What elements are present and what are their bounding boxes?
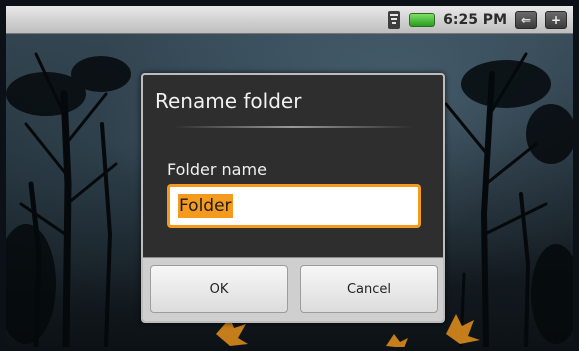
title-divider (173, 126, 413, 128)
wifi-icon (388, 11, 401, 29)
folder-name-label: Folder name (167, 160, 267, 179)
dialog-button-bar: OK Cancel (143, 257, 443, 321)
ok-button[interactable]: OK (150, 265, 288, 313)
status-bar: 6:25 PM ⇐ + (6, 6, 573, 34)
dialog-title: Rename folder (155, 89, 302, 113)
folder-name-value[interactable]: Folder (178, 194, 233, 218)
status-icons: 6:25 PM ⇐ + (387, 6, 567, 34)
folder-name-input[interactable]: Folder (167, 184, 421, 228)
rename-folder-dialog: Rename folder Folder name Folder OK Canc… (141, 73, 445, 323)
volume-icon[interactable]: + (545, 11, 567, 29)
back-icon[interactable]: ⇐ (515, 11, 537, 29)
status-clock: 6:25 PM (443, 12, 507, 28)
cancel-button[interactable]: Cancel (300, 265, 438, 313)
battery-icon (409, 13, 436, 27)
